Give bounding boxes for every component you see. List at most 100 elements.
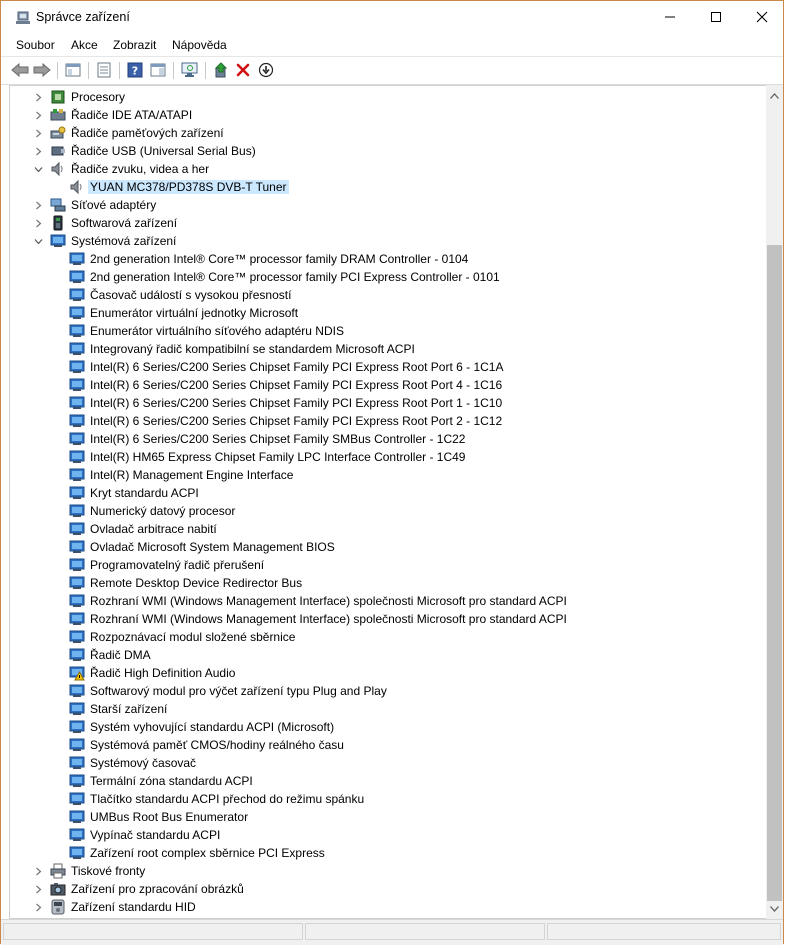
tree-device-row[interactable]: 2nd generation Intel® Core™ processor fa… <box>10 268 768 286</box>
scroll-down-arrow[interactable] <box>766 900 783 917</box>
tree-device-row[interactable]: Intel(R) Management Engine Interface <box>10 466 768 484</box>
tree-device-row[interactable]: Termální zóna standardu ACPI <box>10 772 768 790</box>
minimize-button[interactable] <box>647 1 693 33</box>
expand-toggle-icon[interactable] <box>32 199 44 211</box>
update-driver-icon <box>214 62 228 78</box>
tree-device-row[interactable]: Řadič High Definition Audio <box>10 664 768 682</box>
scan-hardware-button[interactable] <box>181 61 199 79</box>
speaker-icon <box>69 179 85 195</box>
tree-device-row[interactable]: Systém vyhovující standardu ACPI (Micros… <box>10 718 768 736</box>
tree-item-label: Zařízení pro zpracování obrázků <box>71 882 244 896</box>
scroll-up-arrow[interactable] <box>766 87 783 104</box>
tree-item-label: Řadič High Definition Audio <box>90 666 236 680</box>
device-tree[interactable]: Procesory Řadiče IDE ATA/ATAPI Řadiče pamě… <box>9 85 782 919</box>
tree-category-row[interactable]: Procesory <box>10 88 768 106</box>
tree-device-row[interactable]: YUAN MC378/PD378S DVB-T Tuner <box>10 178 768 196</box>
properties-button[interactable] <box>95 61 113 79</box>
disable-device-button[interactable] <box>257 61 275 79</box>
vertical-scrollbar[interactable] <box>766 85 783 919</box>
tree-device-row[interactable]: Integrovaný řadič kompatibilní se standa… <box>10 340 768 358</box>
expand-toggle-icon[interactable] <box>32 883 44 895</box>
tree-device-row[interactable]: Kryt standardu ACPI <box>10 484 768 502</box>
collapse-toggle-icon[interactable] <box>32 163 44 175</box>
tree-device-row[interactable]: Ovladač Microsoft System Management BIOS <box>10 538 768 556</box>
system-device-icon <box>69 845 85 861</box>
tree-device-row[interactable]: Enumerátor virtuálního síťového adaptéru… <box>10 322 768 340</box>
expand-toggle-icon[interactable] <box>32 865 44 877</box>
tree-device-row[interactable]: Rozpoznávací modul složené sběrnice <box>10 628 768 646</box>
tree-device-row[interactable]: Intel(R) 6 Series/C200 Series Chipset Fa… <box>10 430 768 448</box>
close-button[interactable] <box>739 1 785 33</box>
tree-device-row[interactable]: Ovladač arbitrace nabití <box>10 520 768 538</box>
tree-item-label: Systémová paměť CMOS/hodiny reálného čas… <box>90 738 344 752</box>
menu-help[interactable]: Nápověda <box>172 38 227 52</box>
tree-item-label: Enumerátor virtuálního síťového adaptéru… <box>90 324 344 338</box>
menu-action[interactable]: Akce <box>71 38 98 52</box>
scrollbar-thumb[interactable] <box>767 245 782 901</box>
tree-device-row[interactable]: Časovač událostí s vysokou přesností <box>10 286 768 304</box>
status-bar <box>1 919 783 945</box>
uninstall-device-button[interactable] <box>234 61 252 79</box>
tree-category-row[interactable]: Zařízení pro zpracování obrázků <box>10 880 768 898</box>
show-hide-console-tree-button[interactable] <box>64 61 82 79</box>
tree-item-label: Intel(R) 6 Series/C200 Series Chipset Fa… <box>90 378 503 392</box>
tree-item-label: Softwarová zařízení <box>71 216 178 230</box>
tree-device-row[interactable]: Vypínač standardu ACPI <box>10 826 768 844</box>
tree-category-row[interactable]: Tiskové fronty <box>10 862 768 880</box>
tree-category-row[interactable]: Řadiče USB (Universal Serial Bus) <box>10 142 768 160</box>
title-bar[interactable]: Správce zařízení <box>1 1 783 34</box>
tree-device-row[interactable]: Systémová paměť CMOS/hodiny reálného čas… <box>10 736 768 754</box>
tree-category-row[interactable]: Řadiče paměťových zařízení <box>10 124 768 142</box>
action-pane-button[interactable] <box>149 61 167 79</box>
tree-device-row[interactable]: Remote Desktop Device Redirector Bus <box>10 574 768 592</box>
tree-device-row[interactable]: Programovatelný řadič přerušení <box>10 556 768 574</box>
update-driver-button[interactable] <box>212 61 230 79</box>
tree-device-row[interactable]: Tlačítko standardu ACPI přechod do režim… <box>10 790 768 808</box>
tree-device-row[interactable]: Rozhraní WMI (Windows Management Interfa… <box>10 592 768 610</box>
expand-toggle-icon[interactable] <box>32 91 44 103</box>
tree-category-row[interactable]: Zařízení standardu HID <box>10 898 768 916</box>
tree-device-row[interactable]: Enumerátor virtuální jednotky Microsoft <box>10 304 768 322</box>
tree-device-row[interactable]: Řadič DMA <box>10 646 768 664</box>
tree-category-row[interactable]: Systémová zařízení <box>10 232 768 250</box>
collapse-toggle-icon[interactable] <box>32 235 44 247</box>
tree-device-row[interactable]: Intel(R) HM65 Express Chipset Family LPC… <box>10 448 768 466</box>
expand-toggle-icon[interactable] <box>32 145 44 157</box>
tree-category-row[interactable]: Řadiče IDE ATA/ATAPI <box>10 106 768 124</box>
chevron-down-icon <box>770 905 779 912</box>
back-button[interactable] <box>11 61 29 79</box>
remove-x-icon <box>236 63 250 77</box>
tree-device-row[interactable]: Softwarový modul pro výčet zařízení typu… <box>10 682 768 700</box>
menu-view[interactable]: Zobrazit <box>113 38 156 52</box>
tree-item-label: 2nd generation Intel® Core™ processor fa… <box>90 252 469 266</box>
forward-button[interactable] <box>33 61 51 79</box>
software-device-icon <box>50 215 66 231</box>
system-device-icon <box>69 701 85 717</box>
tree-device-row[interactable]: 2nd generation Intel® Core™ processor fa… <box>10 250 768 268</box>
tree-device-row[interactable]: Intel(R) 6 Series/C200 Series Chipset Fa… <box>10 358 768 376</box>
tree-device-row[interactable]: UMBus Root Bus Enumerator <box>10 808 768 826</box>
tree-item-label: Rozhraní WMI (Windows Management Interfa… <box>90 594 567 608</box>
tree-device-row[interactable]: Rozhraní WMI (Windows Management Interfa… <box>10 610 768 628</box>
tree-device-row[interactable]: Starší zařízení <box>10 700 768 718</box>
tree-device-row[interactable]: Systémový časovač <box>10 754 768 772</box>
system-device-icon <box>69 521 85 537</box>
tree-item-label: Rozpoznávací modul složené sběrnice <box>90 630 296 644</box>
tree-category-row[interactable]: Síťové adaptéry <box>10 196 768 214</box>
tree-device-row[interactable]: Numerický datový procesor <box>10 502 768 520</box>
tree-device-row[interactable]: Intel(R) 6 Series/C200 Series Chipset Fa… <box>10 412 768 430</box>
help-button[interactable]: ? <box>126 61 144 79</box>
expand-toggle-icon[interactable] <box>32 127 44 139</box>
processor-icon <box>50 89 66 105</box>
menu-file[interactable]: Soubor <box>16 38 55 52</box>
expand-toggle-icon[interactable] <box>32 217 44 229</box>
expand-toggle-icon[interactable] <box>32 109 44 121</box>
tree-category-row[interactable]: Softwarová zařízení <box>10 214 768 232</box>
tree-device-row[interactable]: Intel(R) 6 Series/C200 Series Chipset Fa… <box>10 376 768 394</box>
maximize-button[interactable] <box>693 1 739 33</box>
expand-toggle-icon[interactable] <box>32 901 44 913</box>
tree-category-row[interactable]: Řadiče zvuku, videa a her <box>10 160 768 178</box>
tree-device-row[interactable]: Intel(R) 6 Series/C200 Series Chipset Fa… <box>10 394 768 412</box>
svg-text:?: ? <box>132 65 138 78</box>
tree-device-row[interactable]: Zařízení root complex sběrnice PCI Expre… <box>10 844 768 862</box>
